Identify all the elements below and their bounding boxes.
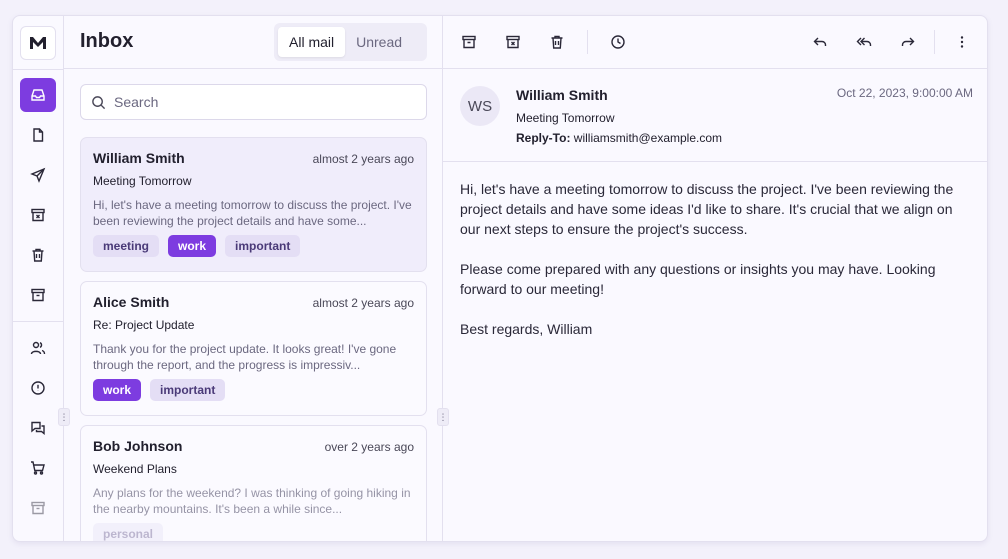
email-time: over 2 years ago [324, 440, 414, 454]
nav-inbox[interactable] [20, 78, 56, 112]
archive-icon [31, 288, 45, 302]
nav-promotions[interactable] [20, 491, 56, 525]
message-subject: Meeting Tomorrow [516, 111, 615, 125]
nav-drafts[interactable] [20, 118, 56, 152]
tag-badge: important [150, 379, 226, 401]
tag-badge: meeting [93, 235, 160, 257]
email-time: almost 2 years ago [312, 296, 414, 310]
tab-all-mail[interactable]: All mail [278, 27, 346, 57]
body-paragraph: Hi, let's have a meeting tomorrow to dis… [460, 181, 954, 237]
search-input[interactable] [114, 94, 414, 110]
avatar: WS [460, 86, 500, 126]
reply-icon [813, 37, 827, 46]
list-header: Inbox All mail Unread [64, 16, 442, 69]
email-card-william[interactable]: William Smith almost 2 years ago Meeting… [80, 137, 427, 272]
nav-archive[interactable] [20, 278, 56, 312]
tag-badge: work [93, 379, 142, 401]
inbox-icon [31, 89, 45, 101]
trash-icon [32, 248, 44, 262]
clock-icon [611, 35, 625, 49]
message-sender: William Smith [516, 87, 608, 103]
more-button[interactable] [946, 26, 978, 58]
message-toolbar [443, 16, 987, 69]
trash-icon [551, 35, 563, 49]
archive-x-icon [31, 208, 45, 222]
email-card-bob[interactable]: Bob Johnson over 2 years ago Weekend Pla… [80, 425, 427, 541]
tab-unread[interactable]: Unread [345, 27, 413, 57]
delete-button[interactable] [541, 26, 573, 58]
move-to-junk-button[interactable] [497, 26, 529, 58]
archive-button[interactable] [453, 26, 485, 58]
nav-shopping[interactable] [20, 451, 56, 485]
email-subject: Meeting Tomorrow [93, 174, 192, 188]
archive-icon [462, 35, 476, 49]
sender-name: Alice Smith [93, 294, 170, 310]
search-box [80, 84, 427, 120]
email-preview: Any plans for the weekend? I was thinkin… [93, 486, 411, 516]
email-subject: Re: Project Update [93, 318, 195, 332]
email-card-alice[interactable]: Alice Smith almost 2 years ago Re: Proje… [80, 281, 427, 416]
nav-sent[interactable] [20, 158, 56, 192]
body-paragraph: Best regards, William [460, 321, 593, 337]
more-vertical-icon [960, 36, 964, 48]
logo-icon [30, 37, 46, 49]
tag-badge: personal [93, 523, 164, 541]
archive-x-icon [506, 35, 520, 49]
email-preview: Hi, let's have a meeting tomorrow to dis… [93, 198, 412, 228]
reply-all-icon [856, 37, 872, 46]
app-logo[interactable] [20, 26, 56, 60]
reply-to-address[interactable]: williamsmith@example.com [574, 131, 722, 145]
icon-rail [13, 16, 64, 541]
search-icon [92, 95, 106, 109]
message-body: Hi, let's have a meeting tomorrow to dis… [460, 179, 975, 359]
alert-circle-icon [31, 381, 45, 395]
reading-pane: WS William Smith Meeting Tomorrow Reply-… [443, 16, 987, 541]
users-icon [30, 341, 46, 355]
messages-icon [31, 421, 45, 435]
message-date: Oct 22, 2023, 9:00:00 AM [836, 86, 973, 100]
reply-button[interactable] [804, 26, 836, 58]
nav-forums[interactable] [20, 411, 56, 445]
snooze-button[interactable] [602, 26, 634, 58]
page-title: Inbox [80, 30, 134, 52]
reply-to: Reply-To: williamsmith@example.com [516, 131, 722, 145]
forward-button[interactable] [892, 26, 924, 58]
body-paragraph: Please come prepared with any questions … [460, 261, 936, 297]
email-preview: Thank you for the project update. It loo… [93, 342, 397, 372]
mail-app: ⋮ Inbox All mail Unread William Smith al… [12, 15, 988, 542]
reply-all-button[interactable] [848, 26, 880, 58]
mail-list-panel: Inbox All mail Unread William Smith almo… [64, 16, 443, 541]
forward-icon [901, 37, 915, 46]
archive-icon [31, 501, 45, 515]
file-icon [33, 128, 44, 142]
tag-badge: important [225, 235, 301, 257]
nav-trash[interactable] [20, 238, 56, 272]
nav-updates[interactable] [20, 371, 56, 405]
sender-name: William Smith [93, 150, 185, 166]
email-list: William Smith almost 2 years ago Meeting… [80, 137, 427, 541]
tag-badge: work [168, 235, 217, 257]
sender-name: Bob Johnson [93, 438, 183, 454]
nav-social[interactable] [20, 331, 56, 365]
shopping-cart-icon [31, 461, 45, 475]
email-time: almost 2 years ago [312, 152, 414, 166]
send-icon [30, 167, 46, 183]
reply-to-label: Reply-To: [516, 131, 571, 145]
nav-junk[interactable] [20, 198, 56, 232]
message-header: WS William Smith Meeting Tomorrow Reply-… [443, 69, 987, 162]
email-subject: Weekend Plans [93, 462, 177, 476]
filter-tabs: All mail Unread [274, 23, 427, 61]
